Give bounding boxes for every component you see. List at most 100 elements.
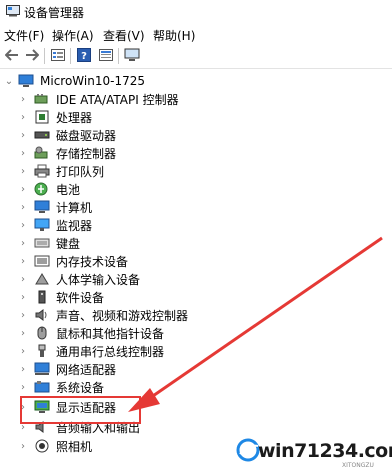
tree-item-label: 通用串行总线控制器 [56, 344, 165, 359]
properties-icon [51, 49, 65, 61]
svg-text:?: ? [81, 51, 87, 62]
back-arrow-icon [5, 49, 18, 61]
tree-item[interactable]: › 内存技术设备 [18, 252, 128, 270]
tree-item-label: 存储控制器 [56, 146, 117, 161]
tree-item[interactable]: › 系统设备 [18, 378, 104, 396]
disk-drive-icon [34, 128, 50, 142]
menu-action[interactable]: 操作(A) [52, 27, 94, 44]
chevron-right-icon[interactable]: › [18, 324, 28, 342]
chevron-right-icon[interactable]: › [18, 234, 28, 252]
tree-item-label: 人体学输入设备 [56, 272, 141, 287]
tree-root[interactable]: ⌄ MicroWin10-1725 [4, 72, 145, 90]
forward-button[interactable] [24, 47, 40, 63]
chevron-right-icon[interactable]: › [18, 198, 28, 216]
tree-item-label: 鼠标和其他指针设备 [56, 326, 165, 341]
chevron-right-icon[interactable]: › [18, 252, 28, 270]
window-title: 设备管理器 [24, 6, 85, 20]
menu-bar: 文件(F) 操作(A) 查看(V) 帮助(H) [0, 24, 392, 44]
chevron-right-icon[interactable]: › [18, 180, 28, 198]
menu-help[interactable]: 帮助(H) [153, 27, 195, 44]
sound-icon [34, 308, 50, 322]
tree-item-label: 照相机 [56, 439, 93, 454]
tree-item[interactable]: › 打印队列 [18, 162, 104, 180]
toolbar-separator [70, 48, 71, 64]
tree-item[interactable]: › 磁盘驱动器 [18, 126, 116, 144]
annotation-highlight-box [20, 396, 141, 424]
tree-item[interactable]: › 软件设备 [18, 288, 104, 306]
watermark-subtext: XITONGZU [342, 462, 374, 469]
toolbar-separator [44, 48, 45, 64]
tree-item[interactable]: › 计算机 [18, 198, 92, 216]
help-button[interactable]: ? [76, 47, 92, 63]
device-manager-icon [6, 5, 20, 17]
chevron-right-icon[interactable]: › [18, 216, 28, 234]
chevron-right-icon[interactable]: › [18, 144, 28, 162]
watermark-text: win71234.com [258, 440, 392, 462]
chevron-right-icon[interactable]: › [18, 270, 28, 288]
menu-file[interactable]: 文件(F) [4, 27, 44, 44]
tree-item[interactable]: › 声音、视频和游戏控制器 [18, 306, 188, 324]
list-icon [99, 49, 113, 61]
monitor-icon [34, 218, 50, 232]
ide-controller-icon [34, 92, 50, 106]
computer-root-icon [18, 74, 34, 88]
tree-item[interactable]: › 监视器 [18, 216, 92, 234]
chevron-right-icon[interactable]: › [18, 108, 28, 126]
chevron-right-icon[interactable]: › [18, 378, 28, 396]
tree-item[interactable]: › 鼠标和其他指针设备 [18, 324, 164, 342]
tree-item[interactable]: › 人体学输入设备 [18, 270, 140, 288]
computer-icon [34, 200, 50, 214]
chevron-right-icon[interactable]: › [18, 90, 28, 108]
tree-item[interactable]: › IDE ATA/ATAPI 控制器 [18, 90, 179, 108]
tree-item-label: 软件设备 [56, 290, 105, 305]
tree-item-label: 打印队列 [56, 164, 105, 179]
tree-item[interactable]: › 键盘 [18, 234, 80, 252]
scan-monitor-icon [124, 48, 140, 61]
network-adapter-icon [34, 362, 50, 376]
menu-view[interactable]: 查看(V) [103, 27, 145, 44]
chevron-right-icon[interactable]: › [18, 342, 28, 360]
battery-icon [34, 182, 50, 196]
memory-device-icon [34, 254, 50, 268]
tree-item-label: 声音、视频和游戏控制器 [56, 308, 189, 323]
storage-controller-icon [34, 146, 50, 160]
chevron-right-icon[interactable]: › [18, 437, 28, 455]
watermark-logo: win71234.com XITONGZU [232, 434, 392, 475]
print-queue-icon [34, 164, 50, 178]
tree-item-label: 电池 [56, 182, 81, 197]
properties-view-button[interactable] [50, 47, 66, 63]
tree-item-label: 键盘 [56, 236, 81, 251]
tree-item-label: IDE ATA/ATAPI 控制器 [56, 92, 179, 107]
usb-icon [34, 344, 50, 358]
software-device-icon [34, 290, 50, 304]
toolbar: ? [0, 44, 392, 69]
camera-icon [34, 439, 50, 453]
processor-icon [34, 110, 50, 124]
scan-hardware-button[interactable] [124, 47, 140, 63]
tree-item-label: 监视器 [56, 218, 93, 233]
tree-item-label: 内存技术设备 [56, 254, 129, 269]
chevron-down-icon[interactable]: ⌄ [4, 72, 14, 90]
tree-item[interactable]: › 处理器 [18, 108, 92, 126]
chevron-right-icon[interactable]: › [18, 162, 28, 180]
tree-item[interactable]: › 存储控制器 [18, 144, 116, 162]
tree-item-label: 处理器 [56, 110, 93, 125]
toolbar-separator [118, 48, 119, 64]
tree-item[interactable]: › 照相机 [18, 437, 92, 455]
system-device-icon [34, 380, 50, 394]
back-button[interactable] [4, 47, 20, 63]
tree-item[interactable]: › 网络适配器 [18, 360, 116, 378]
tree-item[interactable]: › 通用串行总线控制器 [18, 342, 164, 360]
title-bar: 设备管理器 [0, 0, 392, 24]
tree-item-label: 系统设备 [56, 380, 105, 395]
tree-item-label: 磁盘驱动器 [56, 128, 117, 143]
tree-root-label: MicroWin10-1725 [40, 74, 145, 88]
hid-icon [34, 272, 50, 286]
tree-item-label: 计算机 [56, 200, 93, 215]
tree-item[interactable]: › 电池 [18, 180, 80, 198]
chevron-right-icon[interactable]: › [18, 360, 28, 378]
chevron-right-icon[interactable]: › [18, 288, 28, 306]
chevron-right-icon[interactable]: › [18, 126, 28, 144]
update-driver-button[interactable] [98, 47, 114, 63]
chevron-right-icon[interactable]: › [18, 306, 28, 324]
